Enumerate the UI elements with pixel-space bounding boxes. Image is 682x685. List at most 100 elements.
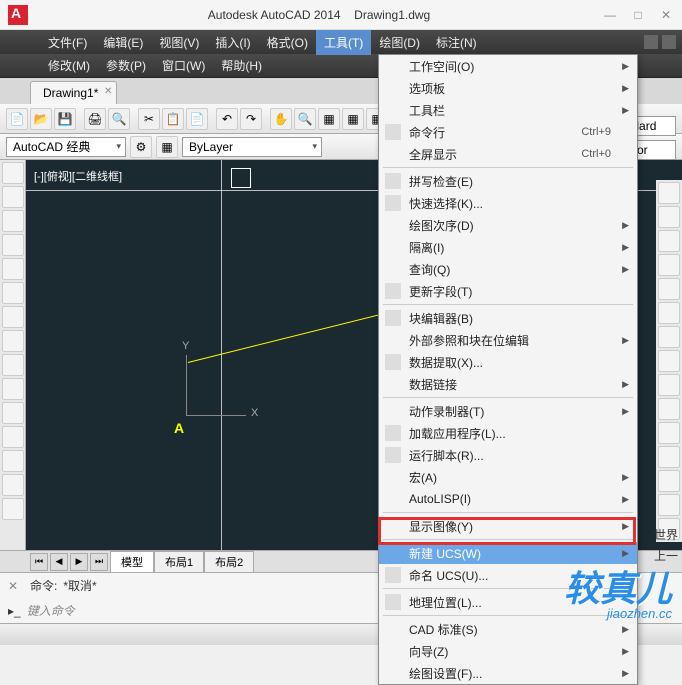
print-icon[interactable]: 🖨 xyxy=(84,108,106,130)
undo-icon[interactable]: ↶ xyxy=(216,108,238,130)
workspace-combo[interactable]: AutoCAD 经典 xyxy=(6,137,126,157)
tool-icon[interactable] xyxy=(2,474,24,496)
tool-icon[interactable] xyxy=(658,470,680,492)
tool-icon[interactable] xyxy=(2,426,24,448)
extend-icon[interactable] xyxy=(658,326,680,348)
polyline-icon[interactable] xyxy=(2,186,24,208)
tool-icon[interactable] xyxy=(2,498,24,520)
menu-item[interactable]: 工具栏▶ xyxy=(379,99,637,121)
mirror-icon[interactable] xyxy=(658,254,680,276)
tab-next-icon[interactable]: ▶ xyxy=(70,553,88,571)
rotate-icon[interactable] xyxy=(658,230,680,252)
tool-icon[interactable] xyxy=(658,494,680,516)
open-icon[interactable]: 📂 xyxy=(30,108,52,130)
menubar-icon[interactable] xyxy=(662,35,676,49)
menu-item[interactable]: 隔离(I)▶ xyxy=(379,236,637,258)
layout-tab-2[interactable]: 布局2 xyxy=(204,551,254,573)
copy-icon[interactable]: 📋 xyxy=(162,108,184,130)
menu-draw[interactable]: 绘图(D) xyxy=(371,30,428,55)
menu-item[interactable]: 命令行Ctrl+9 xyxy=(379,121,637,143)
menu-item[interactable]: 宏(A)▶ xyxy=(379,466,637,488)
menu-item[interactable]: 动作录制器(T)▶ xyxy=(379,400,637,422)
maximize-button[interactable]: □ xyxy=(630,8,646,22)
text-icon[interactable] xyxy=(2,330,24,352)
menu-item[interactable]: 绘图次序(D)▶ xyxy=(379,214,637,236)
menu-file[interactable]: 文件(F) xyxy=(40,30,95,55)
menu-item[interactable]: 工作空间(O)▶ xyxy=(379,55,637,77)
menu-item[interactable]: 显示图像(Y)▶ xyxy=(379,515,637,537)
file-tab[interactable]: Drawing1* ✕ xyxy=(30,81,117,104)
tool-icon[interactable] xyxy=(2,354,24,376)
menu-item[interactable]: 加载应用程序(L)... xyxy=(379,422,637,444)
menu-item[interactable]: 地理位置(L)... xyxy=(379,591,637,613)
gear-icon[interactable]: ⚙ xyxy=(130,136,152,158)
preview-icon[interactable]: 🔍 xyxy=(108,108,130,130)
circle-icon[interactable] xyxy=(2,210,24,232)
close-icon[interactable]: ✕ xyxy=(8,579,24,593)
layout-tab-1[interactable]: 布局1 xyxy=(154,551,204,573)
menu-item[interactable]: 拼写检查(E) xyxy=(379,170,637,192)
menu-item[interactable]: 块编辑器(B) xyxy=(379,307,637,329)
menu-tools[interactable]: 工具(T) xyxy=(316,30,371,55)
toolbar-icon[interactable]: ▦ xyxy=(156,136,178,158)
menu-help[interactable]: 帮助(H) xyxy=(213,53,270,78)
menu-item[interactable]: 选项板▶ xyxy=(379,77,637,99)
menu-item[interactable]: 数据链接▶ xyxy=(379,373,637,395)
menu-item[interactable]: 运行脚本(R)... xyxy=(379,444,637,466)
layer-combo[interactable]: ByLayer xyxy=(182,137,322,157)
menu-item[interactable]: 全屏显示Ctrl+0 xyxy=(379,143,637,165)
pan-icon[interactable]: ✋ xyxy=(270,108,292,130)
menu-insert[interactable]: 插入(I) xyxy=(207,30,258,55)
menu-item[interactable]: CAD 标准(S)▶ xyxy=(379,618,637,640)
trim-icon[interactable] xyxy=(658,302,680,324)
menu-item[interactable]: 快速选择(K)... xyxy=(379,192,637,214)
line-icon[interactable] xyxy=(2,162,24,184)
toolbar-icon[interactable]: ▦ xyxy=(318,108,340,130)
offset-icon[interactable] xyxy=(658,398,680,420)
layout-tab-model[interactable]: 模型 xyxy=(110,551,154,573)
scale-icon[interactable] xyxy=(658,278,680,300)
menu-item[interactable]: 数据提取(X)... xyxy=(379,351,637,373)
menu-item[interactable]: 新建 UCS(W)▶ xyxy=(379,542,637,564)
menu-modify[interactable]: 修改(M) xyxy=(40,53,98,78)
menu-edit[interactable]: 编辑(E) xyxy=(95,30,151,55)
menu-dimension[interactable]: 标注(N) xyxy=(428,30,485,55)
save-icon[interactable]: 💾 xyxy=(54,108,76,130)
tab-prev-icon[interactable]: ◀ xyxy=(50,553,68,571)
tool-icon[interactable] xyxy=(2,402,24,424)
copy-icon[interactable] xyxy=(658,206,680,228)
menu-item[interactable]: AutoLISP(I)▶ xyxy=(379,488,637,510)
fillet-icon[interactable] xyxy=(658,350,680,372)
menubar-icon[interactable] xyxy=(644,35,658,49)
move-icon[interactable] xyxy=(658,182,680,204)
tab-last-icon[interactable]: ⏭ xyxy=(90,553,108,571)
menu-item[interactable]: 向导(Z)▶ xyxy=(379,640,637,662)
hatch-icon[interactable] xyxy=(2,306,24,328)
explode-icon[interactable] xyxy=(658,446,680,468)
close-button[interactable]: ✕ xyxy=(658,8,674,22)
redo-icon[interactable]: ↷ xyxy=(240,108,262,130)
toolbar-icon[interactable]: ▦ xyxy=(342,108,364,130)
menu-format[interactable]: 格式(O) xyxy=(259,30,316,55)
menu-view[interactable]: 视图(V) xyxy=(151,30,207,55)
menu-window[interactable]: 窗口(W) xyxy=(154,53,213,78)
erase-icon[interactable] xyxy=(658,422,680,444)
array-icon[interactable] xyxy=(658,374,680,396)
tool-icon[interactable] xyxy=(2,450,24,472)
arc-icon[interactable] xyxy=(2,234,24,256)
tool-icon[interactable] xyxy=(2,378,24,400)
minimize-button[interactable]: — xyxy=(602,8,618,22)
zoom-icon[interactable]: 🔍 xyxy=(294,108,316,130)
paste-icon[interactable]: 📄 xyxy=(186,108,208,130)
menu-params[interactable]: 参数(P) xyxy=(98,53,154,78)
menu-item[interactable]: 更新字段(T) xyxy=(379,280,637,302)
new-icon[interactable]: 📄 xyxy=(6,108,28,130)
menu-item[interactable]: 查询(Q)▶ xyxy=(379,258,637,280)
cut-icon[interactable]: ✂ xyxy=(138,108,160,130)
rectangle-icon[interactable] xyxy=(2,258,24,280)
tab-first-icon[interactable]: ⏮ xyxy=(30,553,48,571)
menu-item[interactable]: 外部参照和块在位编辑▶ xyxy=(379,329,637,351)
menu-item[interactable]: 命名 UCS(U)... xyxy=(379,564,637,586)
close-icon[interactable]: ✕ xyxy=(104,86,112,97)
ellipse-icon[interactable] xyxy=(2,282,24,304)
